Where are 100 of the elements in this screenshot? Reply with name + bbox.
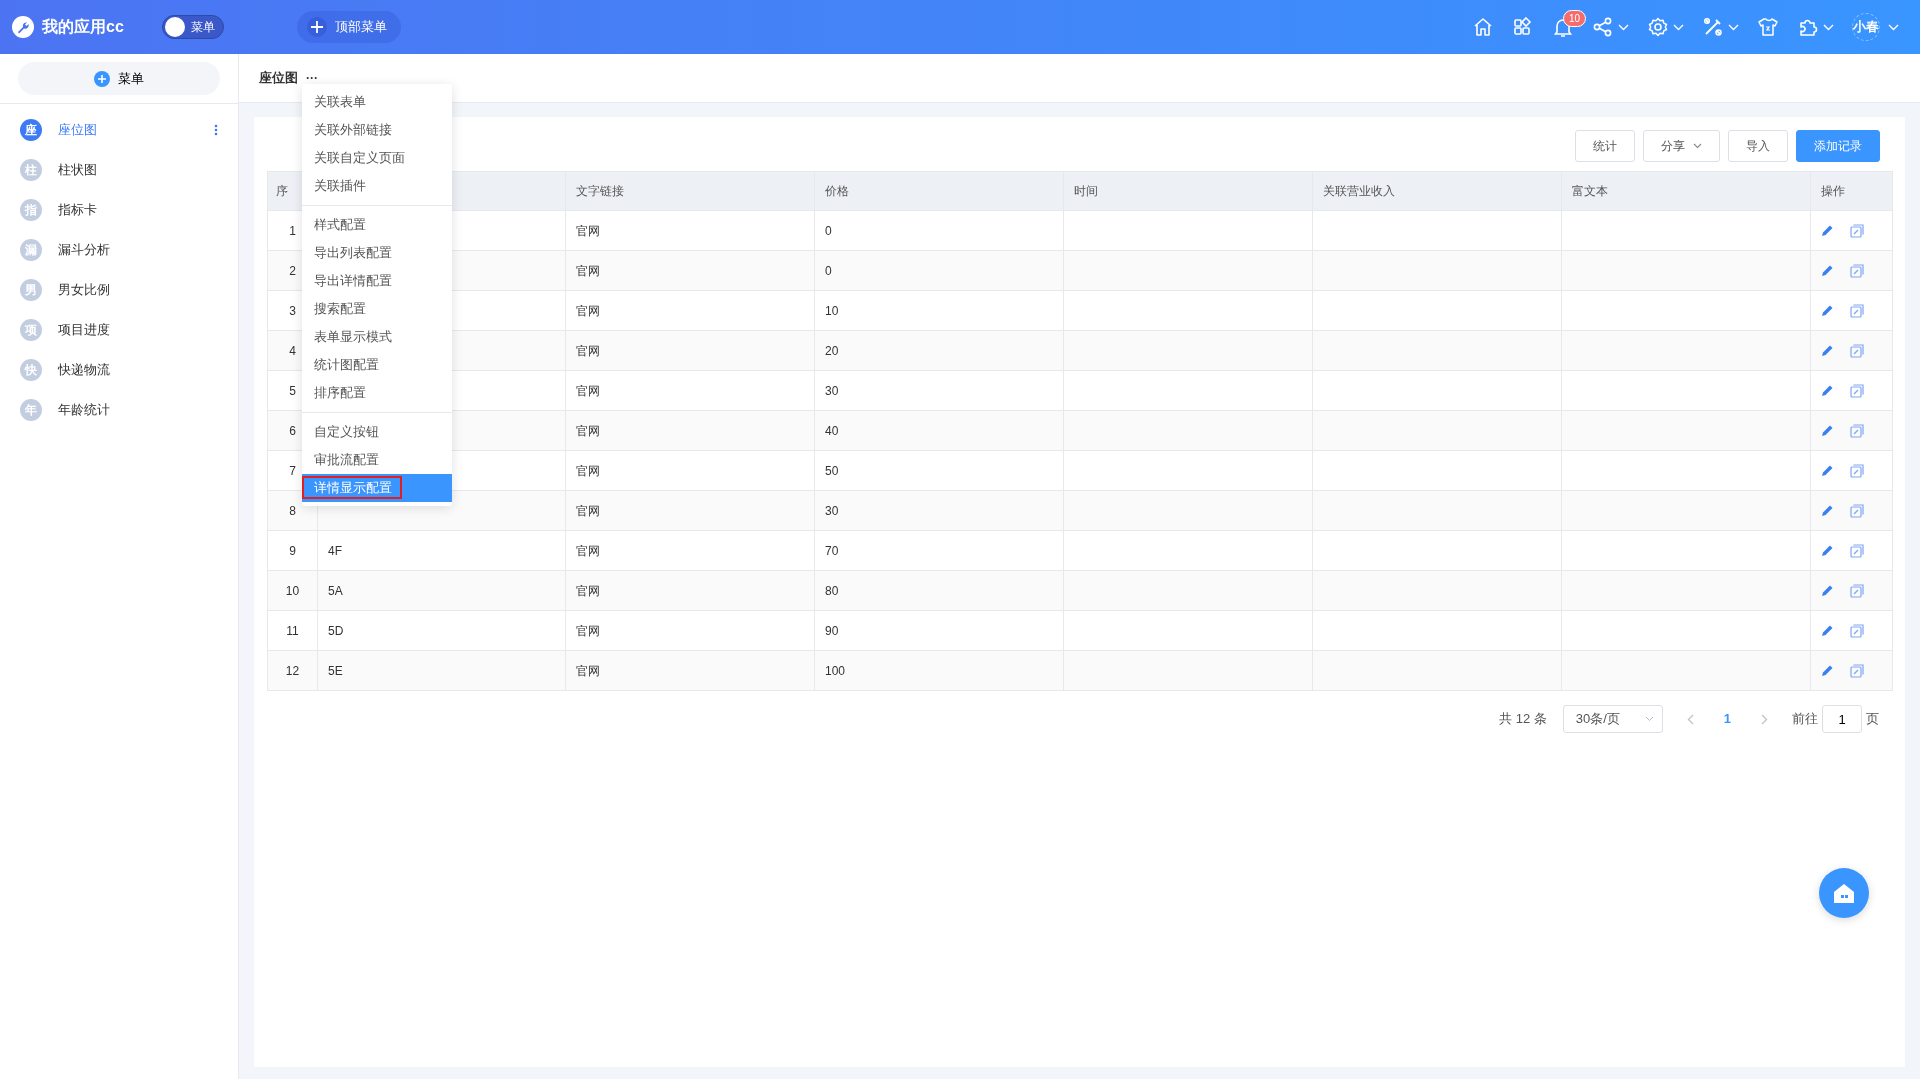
- table-cell: 官网: [566, 331, 815, 371]
- sidebar-item[interactable]: 座 座位图: [0, 110, 238, 150]
- action-button[interactable]: 导入: [1728, 130, 1788, 162]
- add-menu-button[interactable]: 菜单: [18, 62, 220, 95]
- table-cell: 官网: [566, 411, 815, 451]
- copy-icon[interactable]: [1850, 623, 1864, 638]
- caret-icon: [1673, 23, 1684, 31]
- edit-icon[interactable]: [1821, 344, 1834, 357]
- goto-label: 前往: [1792, 710, 1818, 729]
- plus-icon: [310, 21, 323, 33]
- caret-icon: [1888, 23, 1899, 31]
- copy-icon[interactable]: [1850, 343, 1864, 358]
- caret-icon: [1618, 23, 1629, 31]
- edit-icon[interactable]: [1821, 464, 1834, 477]
- sidebar-label: 指标卡: [58, 201, 98, 220]
- letter-avatar: 漏: [20, 239, 42, 261]
- edit-icon[interactable]: [1821, 504, 1834, 517]
- table-cell: 80: [815, 571, 1064, 611]
- letter-avatar: 柱: [20, 159, 42, 181]
- caret-icon: [1823, 23, 1834, 31]
- prev-page-icon[interactable]: [1686, 713, 1694, 725]
- kebab-icon: [214, 124, 218, 136]
- settings-icon: [1647, 16, 1669, 38]
- house-icon: [1832, 882, 1856, 904]
- table-cell: 10: [268, 571, 318, 611]
- letter-avatar: 男: [20, 279, 42, 301]
- table-cell: 5A: [318, 571, 566, 611]
- menu-item[interactable]: 关联自定义页面: [302, 144, 452, 172]
- edit-icon[interactable]: [1821, 624, 1834, 637]
- sidebar-label: 男女比例: [58, 281, 111, 300]
- sidebar-label: 快递物流: [58, 361, 111, 380]
- edit-icon[interactable]: [1821, 224, 1834, 237]
- action-button[interactable]: 分享: [1643, 130, 1720, 162]
- sidebar-item[interactable]: 项 项目进度: [0, 310, 238, 350]
- letter-avatar: 指: [20, 199, 42, 221]
- copy-icon[interactable]: [1850, 263, 1864, 278]
- sidebar-label: 年龄统计: [58, 401, 111, 420]
- apps-grid-icon: [1512, 16, 1534, 38]
- edit-icon[interactable]: [1821, 664, 1834, 677]
- sidebar-item[interactable]: 快 快递物流: [0, 350, 238, 390]
- table-cell: 40: [815, 411, 1064, 451]
- letter-avatar: 快: [20, 359, 42, 381]
- plus-circle-icon: [94, 70, 110, 87]
- page-input[interactable]: 1: [1822, 705, 1862, 733]
- copy-icon[interactable]: [1850, 303, 1864, 318]
- edit-icon[interactable]: [1821, 384, 1834, 397]
- table-cell: 官网: [566, 571, 815, 611]
- edit-icon[interactable]: [1821, 264, 1834, 277]
- table-cell: 5E: [318, 651, 566, 691]
- page-title: 座位图: [259, 69, 298, 88]
- app-title: 我的应用cc: [42, 17, 124, 37]
- sidebar-item[interactable]: 漏 漏斗分析: [0, 230, 238, 270]
- copy-icon[interactable]: [1850, 423, 1864, 438]
- column-header: 富文本: [1562, 172, 1811, 211]
- letter-avatar: 项: [20, 319, 42, 341]
- sidebar-label: 项目进度: [58, 321, 111, 340]
- letter-avatar: 年: [20, 399, 42, 421]
- table-cell: 0: [815, 251, 1064, 291]
- wrench-logo-icon: [12, 16, 34, 38]
- tools-icon: [1702, 16, 1724, 38]
- table-cell: 20: [815, 331, 1064, 371]
- edit-icon[interactable]: [1821, 304, 1834, 317]
- action-button[interactable]: 统计: [1575, 130, 1635, 162]
- copy-icon[interactable]: [1850, 383, 1864, 398]
- copy-icon[interactable]: [1850, 463, 1864, 478]
- sidebar-item[interactable]: 柱 柱状图: [0, 150, 238, 190]
- sidebar-item[interactable]: 年 年龄统计: [0, 390, 238, 430]
- column-header: 文字链接: [566, 172, 815, 211]
- copy-icon[interactable]: [1850, 223, 1864, 238]
- edit-icon[interactable]: [1821, 424, 1834, 437]
- caret-icon: [1693, 143, 1702, 149]
- sidebar-label: 柱状图: [58, 161, 98, 180]
- edit-icon[interactable]: [1821, 584, 1834, 597]
- page-suffix: 页: [1866, 710, 1879, 729]
- page-size-select[interactable]: 30条/页: [1562, 705, 1663, 733]
- letter-avatar: 座: [20, 119, 42, 141]
- caret-icon: [1728, 23, 1739, 31]
- menu-item[interactable]: 关联表单: [302, 88, 452, 116]
- sidebar-item[interactable]: 男 男女比例: [0, 270, 238, 310]
- notification-badge: 10: [1563, 10, 1587, 27]
- next-page-icon[interactable]: [1761, 713, 1768, 725]
- table-cell: 12: [268, 651, 318, 691]
- table-cell: 100: [815, 651, 1064, 691]
- top-menu-button[interactable]: 顶部菜单: [296, 11, 401, 43]
- menu-item[interactable]: 关联外部链接: [302, 116, 452, 144]
- table-cell: 官网: [566, 251, 815, 291]
- sidebar-label: 座位图: [58, 121, 98, 140]
- table-cell: 30: [815, 491, 1064, 531]
- copy-icon[interactable]: [1850, 583, 1864, 598]
- copy-icon[interactable]: [1850, 543, 1864, 558]
- shirt-icon: [1757, 16, 1779, 38]
- copy-icon[interactable]: [1850, 503, 1864, 518]
- edit-icon[interactable]: [1821, 544, 1834, 557]
- column-header: 操作: [1811, 172, 1893, 211]
- total-count: 共 12 条: [1499, 710, 1547, 729]
- sidebar-item[interactable]: 指 指标卡: [0, 190, 238, 230]
- copy-icon[interactable]: [1850, 663, 1864, 678]
- menu-toggle[interactable]: 菜单: [161, 15, 224, 39]
- table-cell: 官网: [566, 491, 815, 531]
- more-button[interactable]: ···: [306, 69, 318, 87]
